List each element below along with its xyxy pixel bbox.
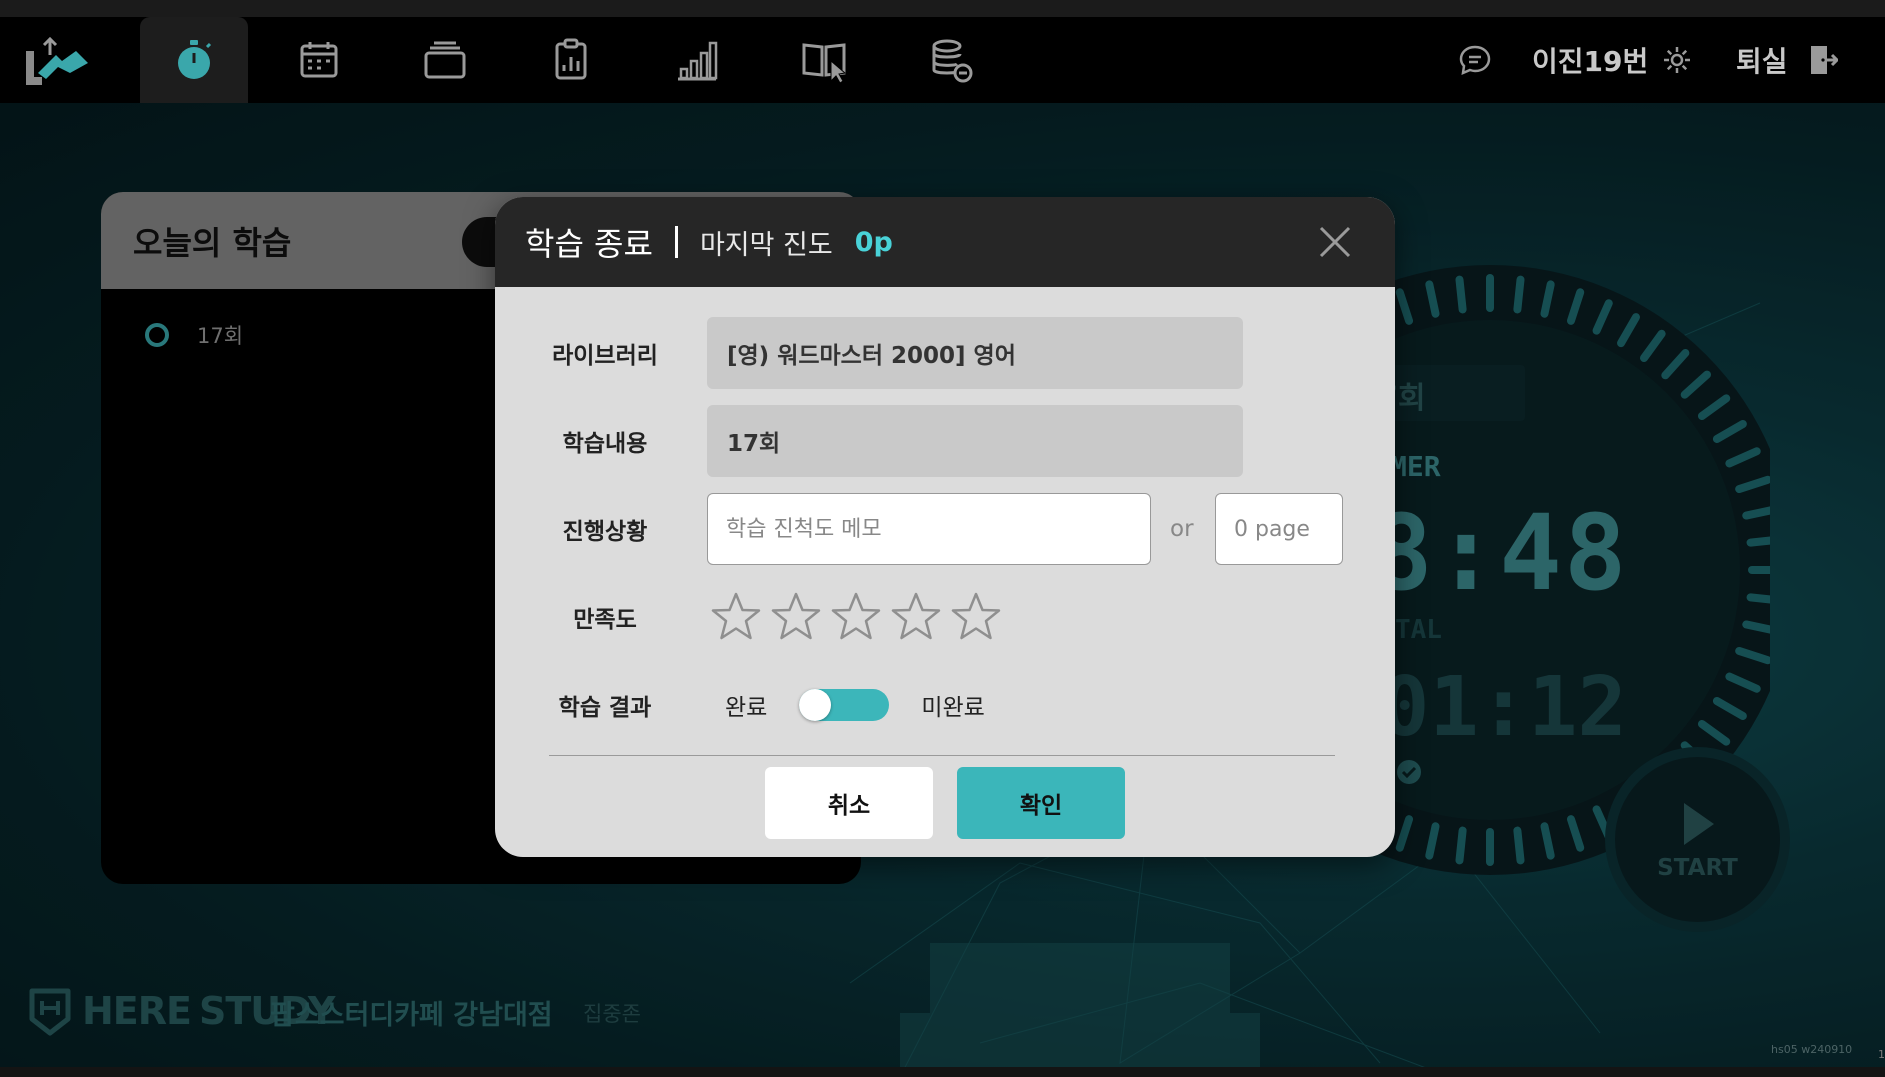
content-field: 17회 <box>707 405 1243 477</box>
modal-divider <box>549 755 1335 756</box>
top-navigation-bar: 이진19번 퇴실 <box>0 17 1885 103</box>
logo-icon[interactable] <box>22 33 92 89</box>
logout-label[interactable]: 퇴실 <box>1736 40 1788 80</box>
bar-chart-icon <box>678 41 718 81</box>
stopwatch-icon <box>178 40 212 79</box>
page-input[interactable] <box>1215 493 1343 565</box>
progress-row: 진행상황 or <box>495 493 1395 565</box>
nav-report[interactable] <box>517 17 625 103</box>
result-label: 학습 결과 <box>558 695 652 721</box>
nav-stack[interactable] <box>391 17 499 103</box>
calendar-icon <box>300 42 338 78</box>
nav-database[interactable] <box>896 17 1004 103</box>
rating-label: 만족도 <box>573 607 637 633</box>
complete-label[interactable]: 완료 <box>725 688 767 722</box>
content-row: 학습내용 17회 <box>495 405 1395 477</box>
chat-icon[interactable] <box>1458 43 1492 77</box>
user-name[interactable]: 이진19번 <box>1532 40 1648 80</box>
rating-row: 만족도 <box>495 581 1395 653</box>
result-toggle-group: 완료 미완료 <box>725 669 985 741</box>
progress-label: 진행상황 <box>562 519 648 545</box>
book-cursor-icon <box>802 43 847 83</box>
nav-calendar[interactable] <box>265 17 373 103</box>
logout-icon[interactable] <box>1808 43 1838 77</box>
cancel-button[interactable]: 취소 <box>765 767 933 839</box>
title-separator <box>674 226 678 258</box>
star-icon[interactable] <box>770 591 822 643</box>
database-minus-icon <box>932 39 973 83</box>
top-strip <box>0 0 1885 17</box>
clipboard-chart-icon <box>555 38 587 80</box>
incomplete-label[interactable]: 미완료 <box>921 688 984 722</box>
library-label: 라이브러리 <box>552 343 658 369</box>
nav-library[interactable] <box>770 17 878 103</box>
progress-memo-input[interactable] <box>707 493 1151 565</box>
modal-title: 학습 종료 <box>525 225 653 263</box>
stack-icon <box>424 41 466 79</box>
nav-timer[interactable] <box>140 17 248 103</box>
close-icon[interactable] <box>1315 222 1355 262</box>
result-row: 학습 결과 완료 미완료 <box>495 669 1395 741</box>
star-icon[interactable] <box>830 591 882 643</box>
nav-stats[interactable] <box>643 17 751 103</box>
last-progress-value: 0p <box>854 226 893 258</box>
library-field: [영) 워드마스터 2000] 영어 <box>707 317 1243 389</box>
star-icon[interactable] <box>890 591 942 643</box>
modal-subtitle: 마지막 진도 <box>699 229 833 261</box>
confirm-button[interactable]: 확인 <box>957 767 1125 839</box>
or-text: or <box>1170 516 1194 542</box>
library-row: 라이브러리 [영) 워드마스터 2000] 영어 <box>495 317 1395 389</box>
star-rating <box>710 581 1010 653</box>
star-icon[interactable] <box>950 591 1002 643</box>
toggle-knob <box>799 689 832 721</box>
result-toggle[interactable] <box>799 689 890 721</box>
star-icon[interactable] <box>710 591 762 643</box>
gear-icon[interactable] <box>1662 45 1692 75</box>
study-end-modal: 학습 종료 마지막 진도 0p 라이브러리 [영) 워드마스터 2000] 영어… <box>495 197 1395 857</box>
content-label: 학습내용 <box>562 431 648 457</box>
modal-header: 학습 종료 마지막 진도 0p <box>495 197 1395 287</box>
